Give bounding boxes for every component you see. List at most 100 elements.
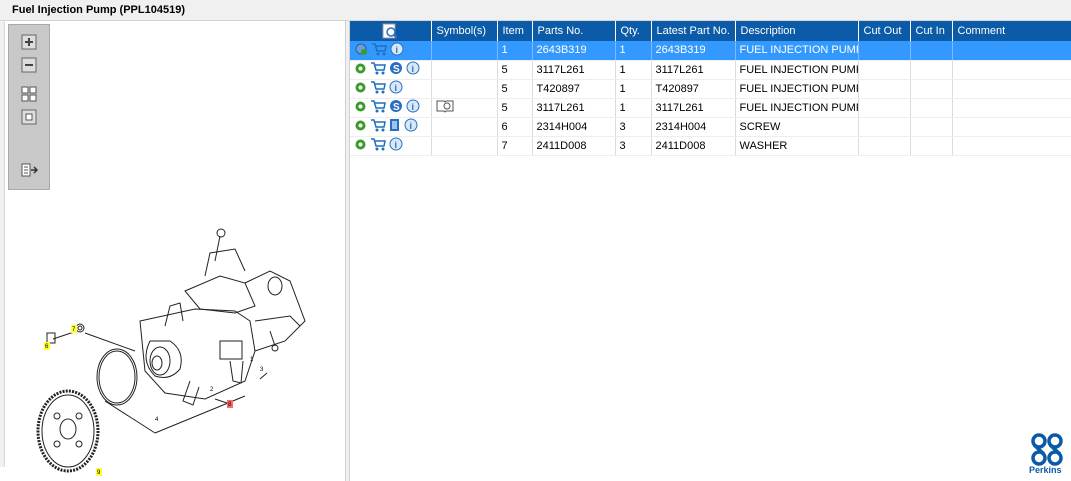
cell-comment xyxy=(952,79,1071,99)
cell-symbols xyxy=(431,117,498,137)
cell-qty: 3 xyxy=(615,117,652,137)
column-header-symbols[interactable]: Symbol(s) xyxy=(431,21,498,41)
info-icon[interactable]: i xyxy=(406,99,420,116)
perkins-logo: Perkins xyxy=(1026,432,1070,478)
cell-symbols xyxy=(431,136,498,156)
parts-table: Symbol(s) Item Parts No. Qty. Latest Par… xyxy=(350,21,1071,156)
column-header-tools[interactable] xyxy=(350,21,432,41)
parts-list-pane: Symbol(s) Item Parts No. Qty. Latest Par… xyxy=(350,21,1071,481)
cart-icon[interactable] xyxy=(370,61,386,78)
cell-cut-out xyxy=(858,60,911,80)
cart-icon[interactable] xyxy=(370,118,386,135)
cart-icon[interactable] xyxy=(370,99,386,116)
table-row[interactable]: i 5 T420897 1 T420897 FUEL INJECTION PUMP ( xyxy=(350,79,1071,99)
cell-cut-in xyxy=(910,117,953,137)
svg-text:S: S xyxy=(393,102,400,113)
table-row[interactable]: i 1 2643B319 1 2643B319 FUEL INJECTION PUMP xyxy=(350,41,1071,61)
fit-all-icon[interactable] xyxy=(21,86,37,102)
table-row[interactable]: Si 5 3117L261 1 3117L261 FUEL INJECTION PUMP … xyxy=(350,98,1071,118)
cell-symbols xyxy=(431,79,498,99)
cell-comment xyxy=(952,41,1071,61)
window-titlebar: Fuel Injection Pump (PPL104519) xyxy=(0,0,1071,21)
svg-text:i: i xyxy=(395,83,398,93)
column-header-description[interactable]: Description xyxy=(735,21,859,41)
s-icon[interactable]: S xyxy=(389,61,403,78)
callout-2: 2 xyxy=(210,387,214,393)
gear-icon[interactable] xyxy=(354,100,367,116)
cell-cut-in xyxy=(910,60,953,80)
doc-icon[interactable] xyxy=(389,118,401,135)
info-icon[interactable]: i xyxy=(404,118,418,135)
cell-latest-part-no: 3117L261 xyxy=(651,60,736,80)
info-icon[interactable]: i xyxy=(389,80,403,97)
cell-symbols xyxy=(431,41,498,61)
diagram-pane[interactable]: 6 7 9 8 1 2 3 4 xyxy=(5,21,345,481)
book-icon[interactable] xyxy=(436,99,454,116)
zoom-in-icon[interactable] xyxy=(21,34,37,50)
column-header-latest-part-no[interactable]: Latest Part No. xyxy=(651,21,736,41)
row-action-icons: i xyxy=(350,79,432,99)
cell-item: 5 xyxy=(497,79,533,99)
cart-icon[interactable] xyxy=(371,42,387,59)
table-row[interactable]: i 7 2411D008 3 2411D008 WASHER xyxy=(350,136,1071,156)
export-icon[interactable] xyxy=(21,162,39,178)
svg-text:i: i xyxy=(395,140,398,150)
column-header-comment[interactable]: Comment xyxy=(952,21,1071,41)
s-icon[interactable]: S xyxy=(389,99,403,116)
cell-description: FUEL INJECTION PUMP xyxy=(735,41,859,61)
cell-cut-out xyxy=(858,79,911,99)
cell-cut-out xyxy=(858,41,911,61)
gear-icon[interactable] xyxy=(354,119,367,135)
callout-4: 4 xyxy=(155,417,159,423)
cell-latest-part-no: 2643B319 xyxy=(651,41,736,61)
cell-symbols xyxy=(431,98,498,118)
info-icon[interactable]: i xyxy=(406,61,420,78)
callout-3: 3 xyxy=(260,367,264,373)
diagram-toolbar xyxy=(8,24,50,190)
table-row[interactable]: Si 5 3117L261 1 3117L261 FUEL INJECTION PUMP … xyxy=(350,60,1071,80)
settings-icon[interactable] xyxy=(354,42,368,59)
cell-cut-out xyxy=(858,136,911,156)
row-action-icons: Si xyxy=(350,98,432,118)
row-action-icons: i xyxy=(350,41,432,61)
cell-item: 5 xyxy=(497,98,533,118)
svg-text:i: i xyxy=(396,45,399,55)
cell-comment xyxy=(952,117,1071,137)
cell-qty: 1 xyxy=(615,41,652,61)
svg-text:i: i xyxy=(412,64,415,74)
cell-cut-in xyxy=(910,136,953,156)
cell-cut-out xyxy=(858,98,911,118)
column-header-qty[interactable]: Qty. xyxy=(615,21,652,41)
cell-description: FUEL INJECTION PUMP ( xyxy=(735,98,859,118)
cell-part-no: 2643B319 xyxy=(532,41,616,61)
fit-window-icon[interactable] xyxy=(21,109,37,125)
svg-text:S: S xyxy=(393,64,400,75)
zoom-out-icon[interactable] xyxy=(21,57,37,73)
cell-part-no: T420897 xyxy=(532,79,616,99)
callout-labels: 6 7 9 8 1 2 3 4 xyxy=(44,325,264,476)
cell-description: SCREW xyxy=(735,117,859,137)
cell-item: 7 xyxy=(497,136,533,156)
cell-latest-part-no: 2411D008 xyxy=(651,136,736,156)
cell-part-no: 2411D008 xyxy=(532,136,616,156)
exploded-diagram[interactable]: 6 7 9 8 1 2 3 4 xyxy=(5,21,345,481)
table-row[interactable]: i 6 2314H004 3 2314H004 SCREW xyxy=(350,117,1071,137)
cell-part-no: 2314H004 xyxy=(532,117,616,137)
info-icon[interactable]: i xyxy=(389,137,403,154)
gear-icon[interactable] xyxy=(354,81,367,97)
cart-icon[interactable] xyxy=(370,80,386,97)
brand-name: Perkins xyxy=(1029,465,1062,475)
cell-item: 1 xyxy=(497,41,533,61)
cell-qty: 1 xyxy=(615,60,652,80)
cell-latest-part-no: 3117L261 xyxy=(651,98,736,118)
gear-icon[interactable] xyxy=(354,62,367,78)
column-header-cut-in[interactable]: Cut In xyxy=(910,21,953,41)
cart-icon[interactable] xyxy=(370,137,386,154)
column-header-parts-no[interactable]: Parts No. xyxy=(532,21,616,41)
find-icon[interactable] xyxy=(382,23,398,39)
column-header-item[interactable]: Item xyxy=(497,21,533,41)
column-header-cut-out[interactable]: Cut Out xyxy=(858,21,911,41)
gear-icon[interactable] xyxy=(354,138,367,154)
cell-cut-out xyxy=(858,117,911,137)
info-icon[interactable]: i xyxy=(390,42,404,59)
